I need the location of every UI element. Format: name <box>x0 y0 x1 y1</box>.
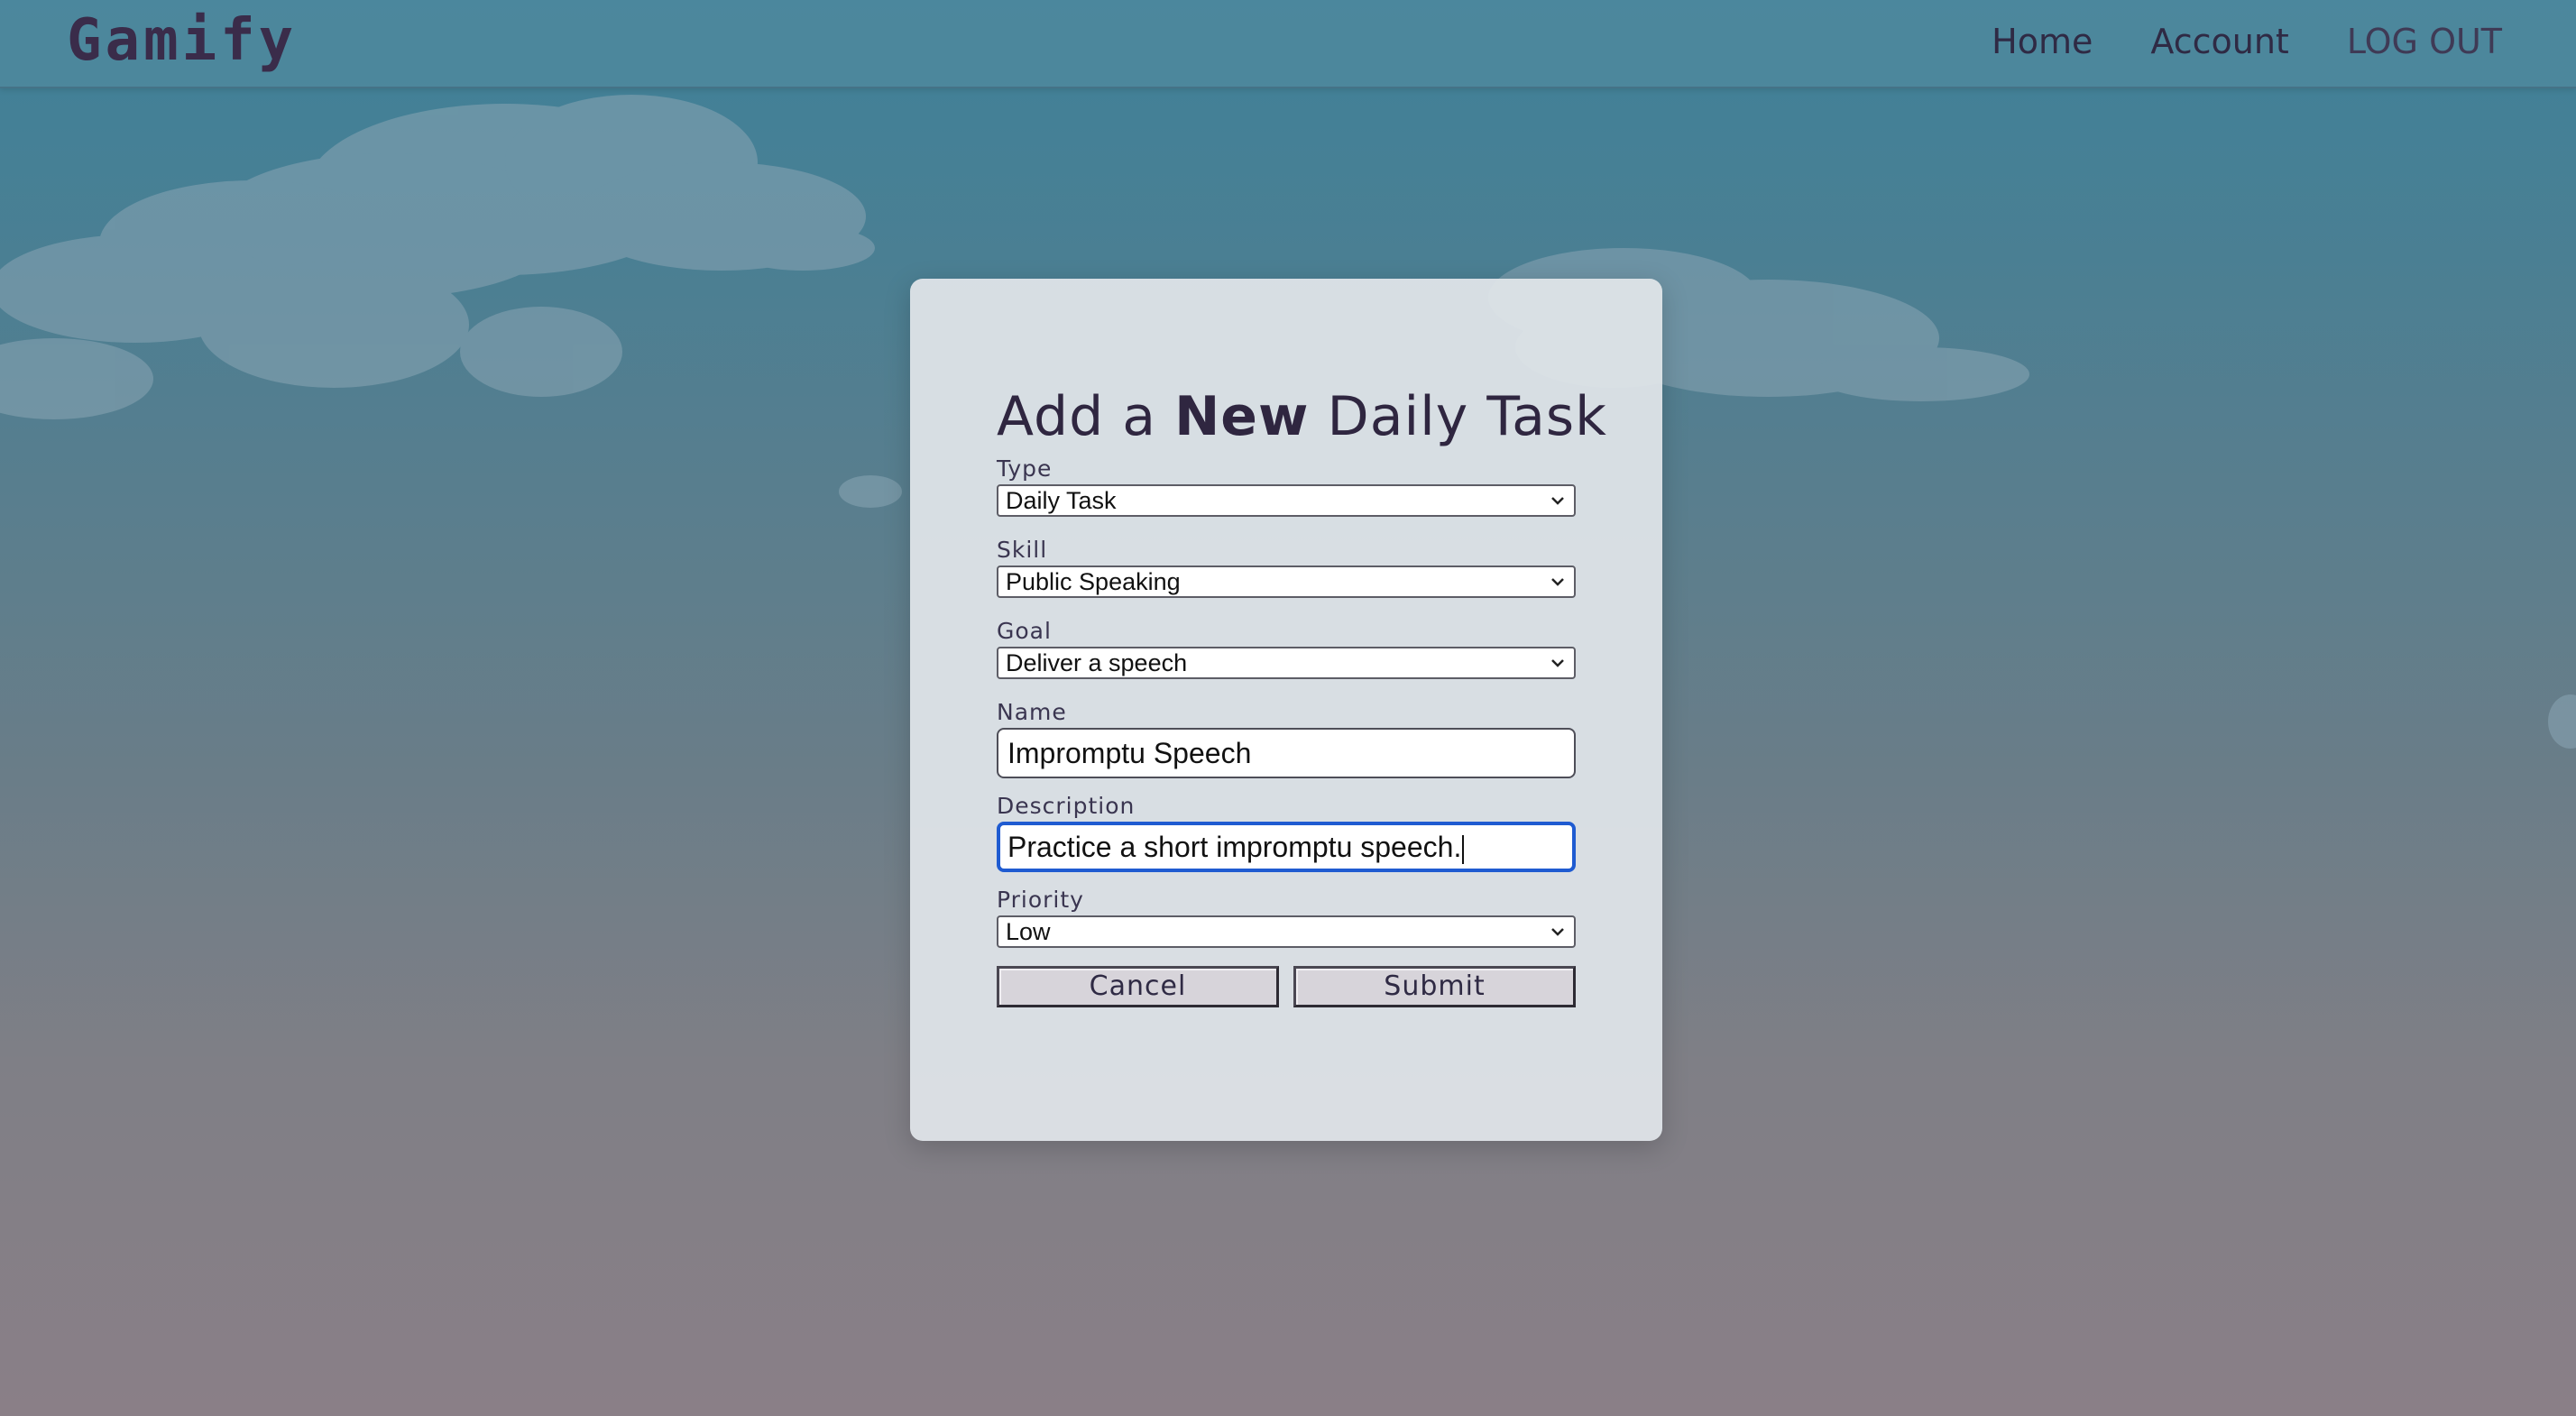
text-caret <box>1462 834 1465 864</box>
type-label: Type <box>997 455 1053 482</box>
goal-select-value: Deliver a speech <box>1006 649 1188 676</box>
form-title-part2: Daily Task <box>1309 385 1607 448</box>
form-title: Add a New Daily Task <box>997 385 1606 448</box>
name-input[interactable]: Impromptu Speech <box>997 728 1576 778</box>
nav-logout-link[interactable]: LOG OUT <box>2347 22 2502 61</box>
goal-select[interactable]: Deliver a speech <box>997 647 1576 679</box>
skill-select[interactable]: Public Speaking <box>997 565 1576 598</box>
cancel-button[interactable]: Cancel <box>997 966 1279 1007</box>
skill-select-value: Public Speaking <box>1006 568 1181 595</box>
goal-label: Goal <box>997 618 1052 644</box>
description-input[interactable]: Practice a short impromptu speech. <box>997 822 1576 872</box>
priority-select[interactable]: Low <box>997 915 1576 948</box>
chevron-down-icon <box>1551 578 1564 586</box>
skill-label: Skill <box>997 537 1048 563</box>
app-logo[interactable]: Gamify <box>67 7 297 74</box>
chevron-down-icon <box>1551 928 1564 936</box>
nav-account-link[interactable]: Account <box>2150 22 2288 61</box>
description-label: Description <box>997 793 1136 819</box>
form-title-bold: New <box>1174 385 1310 448</box>
form-title-part1: Add a <box>997 385 1175 448</box>
priority-label: Priority <box>997 887 1084 913</box>
add-task-form: Add a New Daily Task Type Daily Task Ski… <box>997 385 1606 1007</box>
priority-select-value: Low <box>1006 918 1051 945</box>
chevron-down-icon <box>1551 659 1564 667</box>
chevron-down-icon <box>1551 497 1564 505</box>
description-input-value: Practice a short impromptu speech. <box>1007 831 1462 863</box>
form-buttons: Cancel Submit <box>997 966 1576 1007</box>
type-select-value: Daily Task <box>1006 487 1117 514</box>
name-input-value: Impromptu Speech <box>1007 737 1252 769</box>
submit-button[interactable]: Submit <box>1293 966 1576 1007</box>
nav-links: Home Account LOG OUT <box>1992 22 2502 61</box>
name-label: Name <box>997 699 1067 725</box>
top-navbar: Gamify Home Account LOG OUT <box>0 0 2576 88</box>
type-select[interactable]: Daily Task <box>997 484 1576 517</box>
nav-home-link[interactable]: Home <box>1992 22 2093 61</box>
add-task-modal: Add a New Daily Task Type Daily Task Ski… <box>910 279 1662 1141</box>
